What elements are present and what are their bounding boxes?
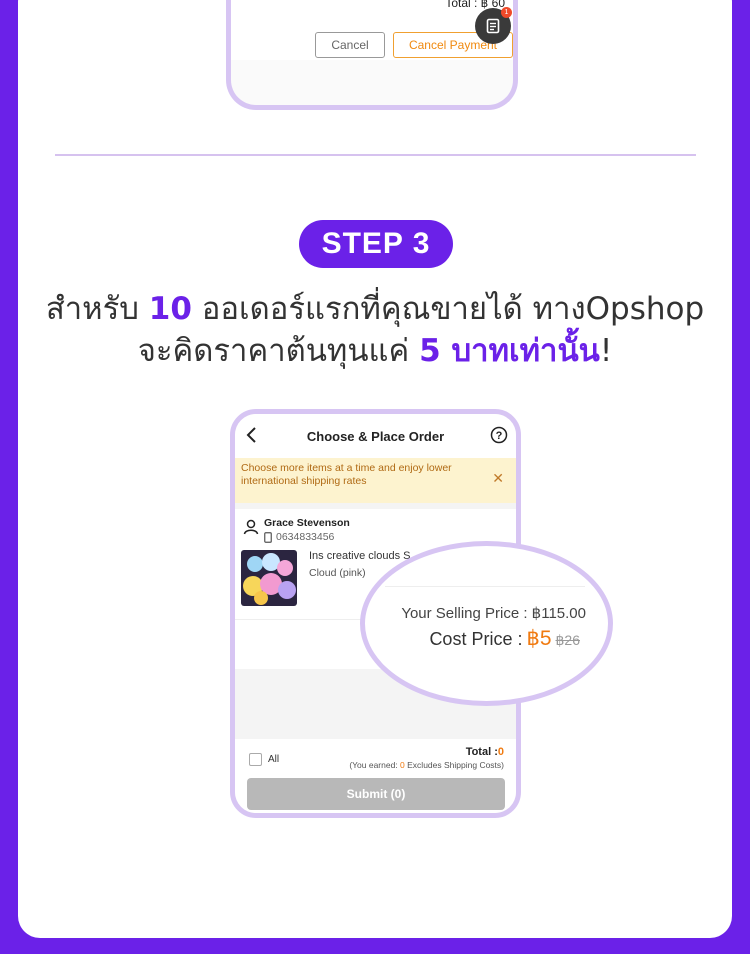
select-all-label: All: [268, 754, 280, 765]
submit-button[interactable]: Submit (0): [247, 778, 505, 810]
recipient-phone: 0634833456: [264, 531, 334, 543]
document-icon: [486, 18, 500, 34]
cost-price-now: ฿5: [526, 627, 552, 650]
help-icon[interactable]: ?: [490, 426, 508, 444]
mobile-phone-icon: [264, 531, 272, 543]
step-badge: STEP 3: [299, 220, 453, 268]
svg-text:?: ?: [496, 430, 503, 442]
previous-step-phone: Total : ฿ 60 Cancel Cancel Payment: [226, 0, 518, 110]
highlight-number: 10: [148, 291, 192, 327]
headline-line-2: จะคิดราคาต้นทุนแค่ 5 บาทเท่านั้น!: [137, 333, 613, 369]
phone-header: Choose & Place Order ?: [235, 414, 516, 458]
product-variant: Cloud (pink): [309, 567, 366, 579]
cost-price-original: ฿26: [555, 632, 580, 648]
earned-note: (You earned: 0 Excludes Shipping Costs): [349, 760, 504, 770]
cost-price: Cost Price : ฿5 ฿26: [429, 627, 580, 650]
close-icon[interactable]: ✕: [492, 471, 504, 485]
selling-price: Your Selling Price : ฿115.00: [401, 605, 586, 622]
shipping-tip-banner: Choose more items at a time and enjoy lo…: [235, 458, 516, 503]
price-zoom-callout: Your Selling Price : ฿115.00 Cost Price …: [360, 541, 613, 706]
back-arrow-icon[interactable]: [245, 426, 259, 444]
headline-line-1: สำหรับ 10 ออเดอร์แรกที่คุณขายได้ ทางOpsh…: [45, 291, 705, 327]
notification-badge: 1: [501, 7, 512, 18]
section-divider: [55, 154, 696, 156]
zoom-divider: [385, 586, 585, 587]
product-name: Ins creative clouds S: [309, 550, 411, 562]
highlight-price: 5 บาทเท่านั้น: [419, 333, 600, 369]
checkout-bar: All Total :0 (You earned: 0 Excludes Shi…: [235, 739, 516, 813]
user-icon: [243, 519, 259, 535]
order-list-float-button[interactable]: 1: [475, 7, 512, 44]
select-all-checkbox[interactable]: [249, 753, 262, 766]
order-total: Total :0: [465, 746, 504, 758]
cancel-button[interactable]: Cancel: [315, 32, 385, 58]
recipient-name: Grace Stevenson: [264, 517, 350, 529]
product-thumbnail[interactable]: [241, 550, 297, 606]
page-title: Choose & Place Order: [306, 428, 445, 444]
